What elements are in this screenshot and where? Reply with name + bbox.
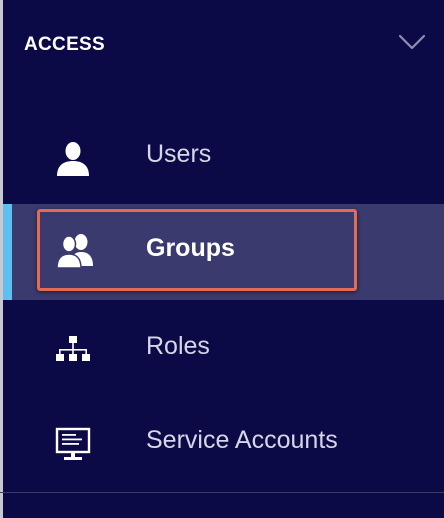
sidebar-item-label: Users bbox=[146, 140, 212, 168]
active-indicator bbox=[3, 204, 12, 300]
monitor-icon bbox=[55, 427, 91, 460]
sidebar-item-label: Groups bbox=[146, 234, 235, 262]
access-section-header[interactable]: ACCESS bbox=[0, 0, 444, 90]
hierarchy-icon bbox=[56, 336, 90, 361]
access-sidebar: ACCESS Users Groups Roles Service Accoun… bbox=[0, 0, 444, 518]
chevron-down-icon[interactable] bbox=[398, 33, 426, 51]
sidebar-item-groups[interactable]: Groups bbox=[3, 204, 444, 300]
sidebar-item-users[interactable]: Users bbox=[3, 110, 444, 206]
sidebar-item-service-accounts[interactable]: Service Accounts bbox=[3, 396, 444, 492]
sidebar-item-roles[interactable]: Roles bbox=[3, 302, 444, 398]
section-title: ACCESS bbox=[24, 34, 105, 55]
user-icon bbox=[57, 142, 89, 176]
sidebar-item-label: Service Accounts bbox=[146, 426, 338, 454]
bottom-divider bbox=[0, 492, 444, 493]
sidebar-item-label: Roles bbox=[146, 332, 210, 360]
groups-icon bbox=[56, 234, 93, 268]
